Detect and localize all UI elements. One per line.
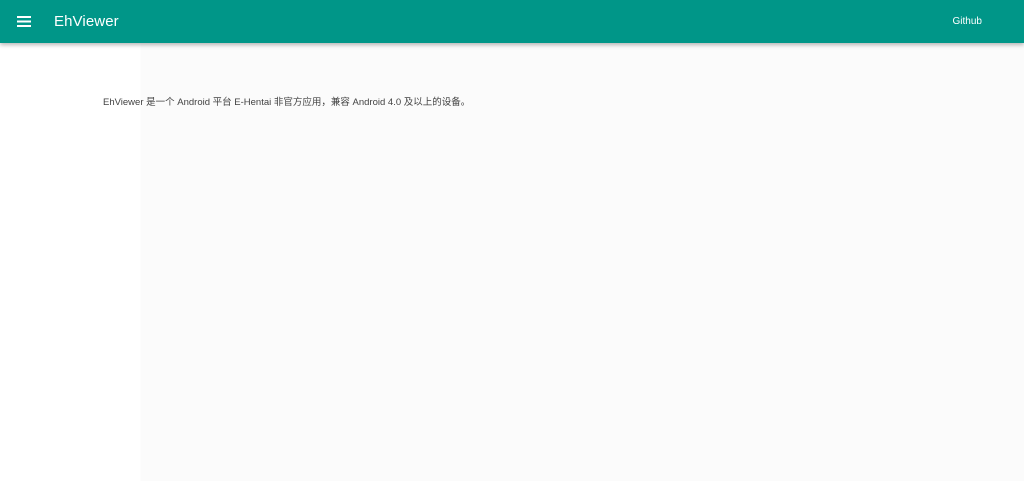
app-description: EhViewer 是一个 Android 平台 E-Hentai 非官方应用，兼… bbox=[103, 97, 471, 108]
app-title: EhViewer bbox=[54, 13, 119, 30]
github-link[interactable]: Github bbox=[953, 15, 982, 28]
menu-button[interactable] bbox=[11, 8, 37, 34]
app-bar: EhViewer Github bbox=[0, 0, 1024, 43]
main-content: EhViewer 是一个 Android 平台 E-Hentai 非官方应用，兼… bbox=[0, 43, 1024, 481]
menu-icon bbox=[17, 15, 31, 27]
